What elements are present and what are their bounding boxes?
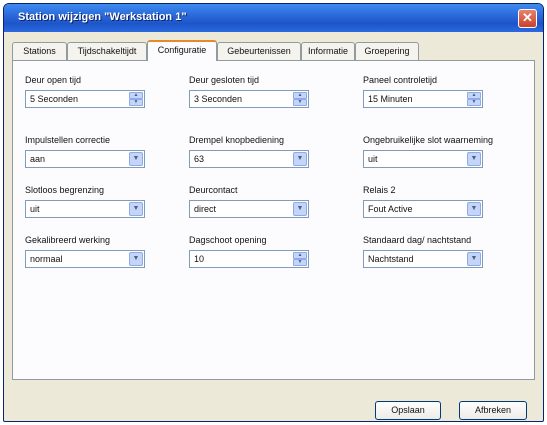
field-label: Relais 2 xyxy=(363,185,396,195)
impulstellen-correctie-select[interactable]: aan ▼ xyxy=(25,150,145,168)
cancel-button[interactable]: Afbreken xyxy=(459,401,527,420)
spinner-buttons: ▲ ▼ xyxy=(293,252,307,266)
field-slotloos-begrenzing: Slotloos begrenzing uit ▼ xyxy=(25,185,155,225)
field-label: Deur open tijd xyxy=(25,75,82,85)
spin-up-icon[interactable]: ▲ xyxy=(467,92,481,99)
field-label: Deurcontact xyxy=(189,185,238,195)
tab-informatie[interactable]: Informatie xyxy=(301,42,355,60)
spin-up-icon[interactable]: ▲ xyxy=(129,92,143,99)
field-dagschoot-opening: Dagschoot opening 10 ▲ ▼ xyxy=(189,235,319,275)
dagschoot-opening-spinner[interactable]: 10 ▲ ▼ xyxy=(189,250,309,268)
field-value: 15 Minuten xyxy=(368,94,413,104)
field-paneel-controletijd: Paneel controletijd 15 Minuten ▲ ▼ xyxy=(363,75,493,115)
spin-down-icon[interactable]: ▼ xyxy=(293,259,307,266)
slotloos-begrenzing-select[interactable]: uit ▼ xyxy=(25,200,145,218)
chevron-down-icon[interactable]: ▼ xyxy=(467,202,481,216)
tab-tijdschakeltijdt[interactable]: Tijdschakeltijdt xyxy=(67,42,147,60)
ongebruikelijke-slot-waarneming-select[interactable]: uit ▼ xyxy=(363,150,483,168)
title-bar[interactable]: Station wijzigen "Werkstation 1" ✕ xyxy=(4,4,543,32)
standaard-dag-nachtstand-select[interactable]: Nachtstand ▼ xyxy=(363,250,483,268)
field-relais-2: Relais 2 Fout Active ▼ xyxy=(363,185,493,225)
deur-open-tijd-spinner[interactable]: 5 Seconden ▲ ▼ xyxy=(25,90,145,108)
chevron-down-icon[interactable]: ▼ xyxy=(293,202,307,216)
chevron-down-icon[interactable]: ▼ xyxy=(293,152,307,166)
chevron-down-icon[interactable]: ▼ xyxy=(129,252,143,266)
spin-up-icon[interactable]: ▲ xyxy=(293,92,307,99)
close-icon: ✕ xyxy=(522,10,533,25)
field-value: 5 Seconden xyxy=(30,94,79,104)
field-value: Fout Active xyxy=(368,204,413,214)
field-value: 63 xyxy=(194,154,205,164)
chevron-down-icon[interactable]: ▼ xyxy=(467,152,481,166)
deurcontact-select[interactable]: direct ▼ xyxy=(189,200,309,218)
field-label: Standaard dag/ nachtstand xyxy=(363,235,472,245)
chevron-down-icon[interactable]: ▼ xyxy=(129,152,143,166)
tab-bar: Stations Tijdschakeltijdt Configuratie G… xyxy=(12,40,532,61)
save-button[interactable]: Opslaan xyxy=(375,401,441,420)
field-label: Drempel knopbediening xyxy=(189,135,285,145)
field-ongebruikelijke-slot-waarneming: Ongebruikelijke slot waarneming uit ▼ xyxy=(363,135,493,175)
field-deurcontact: Deurcontact direct ▼ xyxy=(189,185,319,225)
field-label: Impulstellen correctie xyxy=(25,135,111,145)
drempel-knopbediening-select[interactable]: 63 ▼ xyxy=(189,150,309,168)
field-label: Deur gesloten tijd xyxy=(189,75,260,85)
field-gekalibreerd-werking: Gekalibreerd werking normaal ▼ xyxy=(25,235,155,275)
field-deur-open-tijd: Deur open tijd 5 Seconden ▲ ▼ xyxy=(25,75,155,115)
tab-configuratie[interactable]: Configuratie xyxy=(147,40,217,61)
spinner-buttons: ▲ ▼ xyxy=(129,92,143,106)
field-standaard-dag-nachtstand: Standaard dag/ nachtstand Nachtstand ▼ xyxy=(363,235,493,275)
spin-down-icon[interactable]: ▼ xyxy=(467,99,481,106)
field-value: 3 Seconden xyxy=(194,94,243,104)
field-label: Dagschoot opening xyxy=(189,235,267,245)
close-button[interactable]: ✕ xyxy=(518,9,537,28)
field-label: Gekalibreerd werking xyxy=(25,235,111,245)
deur-gesloten-tijd-spinner[interactable]: 3 Seconden ▲ ▼ xyxy=(189,90,309,108)
spin-down-icon[interactable]: ▼ xyxy=(293,99,307,106)
field-drempel-knopbediening: Drempel knopbediening 63 ▼ xyxy=(189,135,319,175)
relais-2-select[interactable]: Fout Active ▼ xyxy=(363,200,483,218)
field-value: 10 xyxy=(194,254,205,264)
field-value: direct xyxy=(194,204,217,214)
spinner-buttons: ▲ ▼ xyxy=(467,92,481,106)
field-value: aan xyxy=(30,154,46,164)
spin-up-icon[interactable]: ▲ xyxy=(293,252,307,259)
spin-down-icon[interactable]: ▼ xyxy=(129,99,143,106)
window-title: Station wijzigen "Werkstation 1" xyxy=(18,11,187,23)
dialog-window: Station wijzigen "Werkstation 1" ✕ Stati… xyxy=(3,3,544,422)
field-value: Nachtstand xyxy=(368,254,414,264)
tab-stations[interactable]: Stations xyxy=(12,42,67,60)
spinner-buttons: ▲ ▼ xyxy=(293,92,307,106)
tab-groepering[interactable]: Groepering xyxy=(355,42,419,60)
chevron-down-icon[interactable]: ▼ xyxy=(467,252,481,266)
gekalibreerd-werking-select[interactable]: normaal ▼ xyxy=(25,250,145,268)
field-label: Ongebruikelijke slot waarneming xyxy=(363,135,494,145)
field-impulstellen-correctie: Impulstellen correctie aan ▼ xyxy=(25,135,155,175)
field-deur-gesloten-tijd: Deur gesloten tijd 3 Seconden ▲ ▼ xyxy=(189,75,319,115)
field-value: uit xyxy=(368,154,378,164)
field-label: Paneel controletijd xyxy=(363,75,438,85)
field-value: normaal xyxy=(30,254,63,264)
field-label: Slotloos begrenzing xyxy=(25,185,105,195)
chevron-down-icon[interactable]: ▼ xyxy=(129,202,143,216)
configuratie-panel: Deur open tijd 5 Seconden ▲ ▼ Deur geslo… xyxy=(12,60,535,380)
field-value: uit xyxy=(30,204,40,214)
paneel-controletijd-spinner[interactable]: 15 Minuten ▲ ▼ xyxy=(363,90,483,108)
tab-gebeurtenissen[interactable]: Gebeurtenissen xyxy=(217,42,301,60)
